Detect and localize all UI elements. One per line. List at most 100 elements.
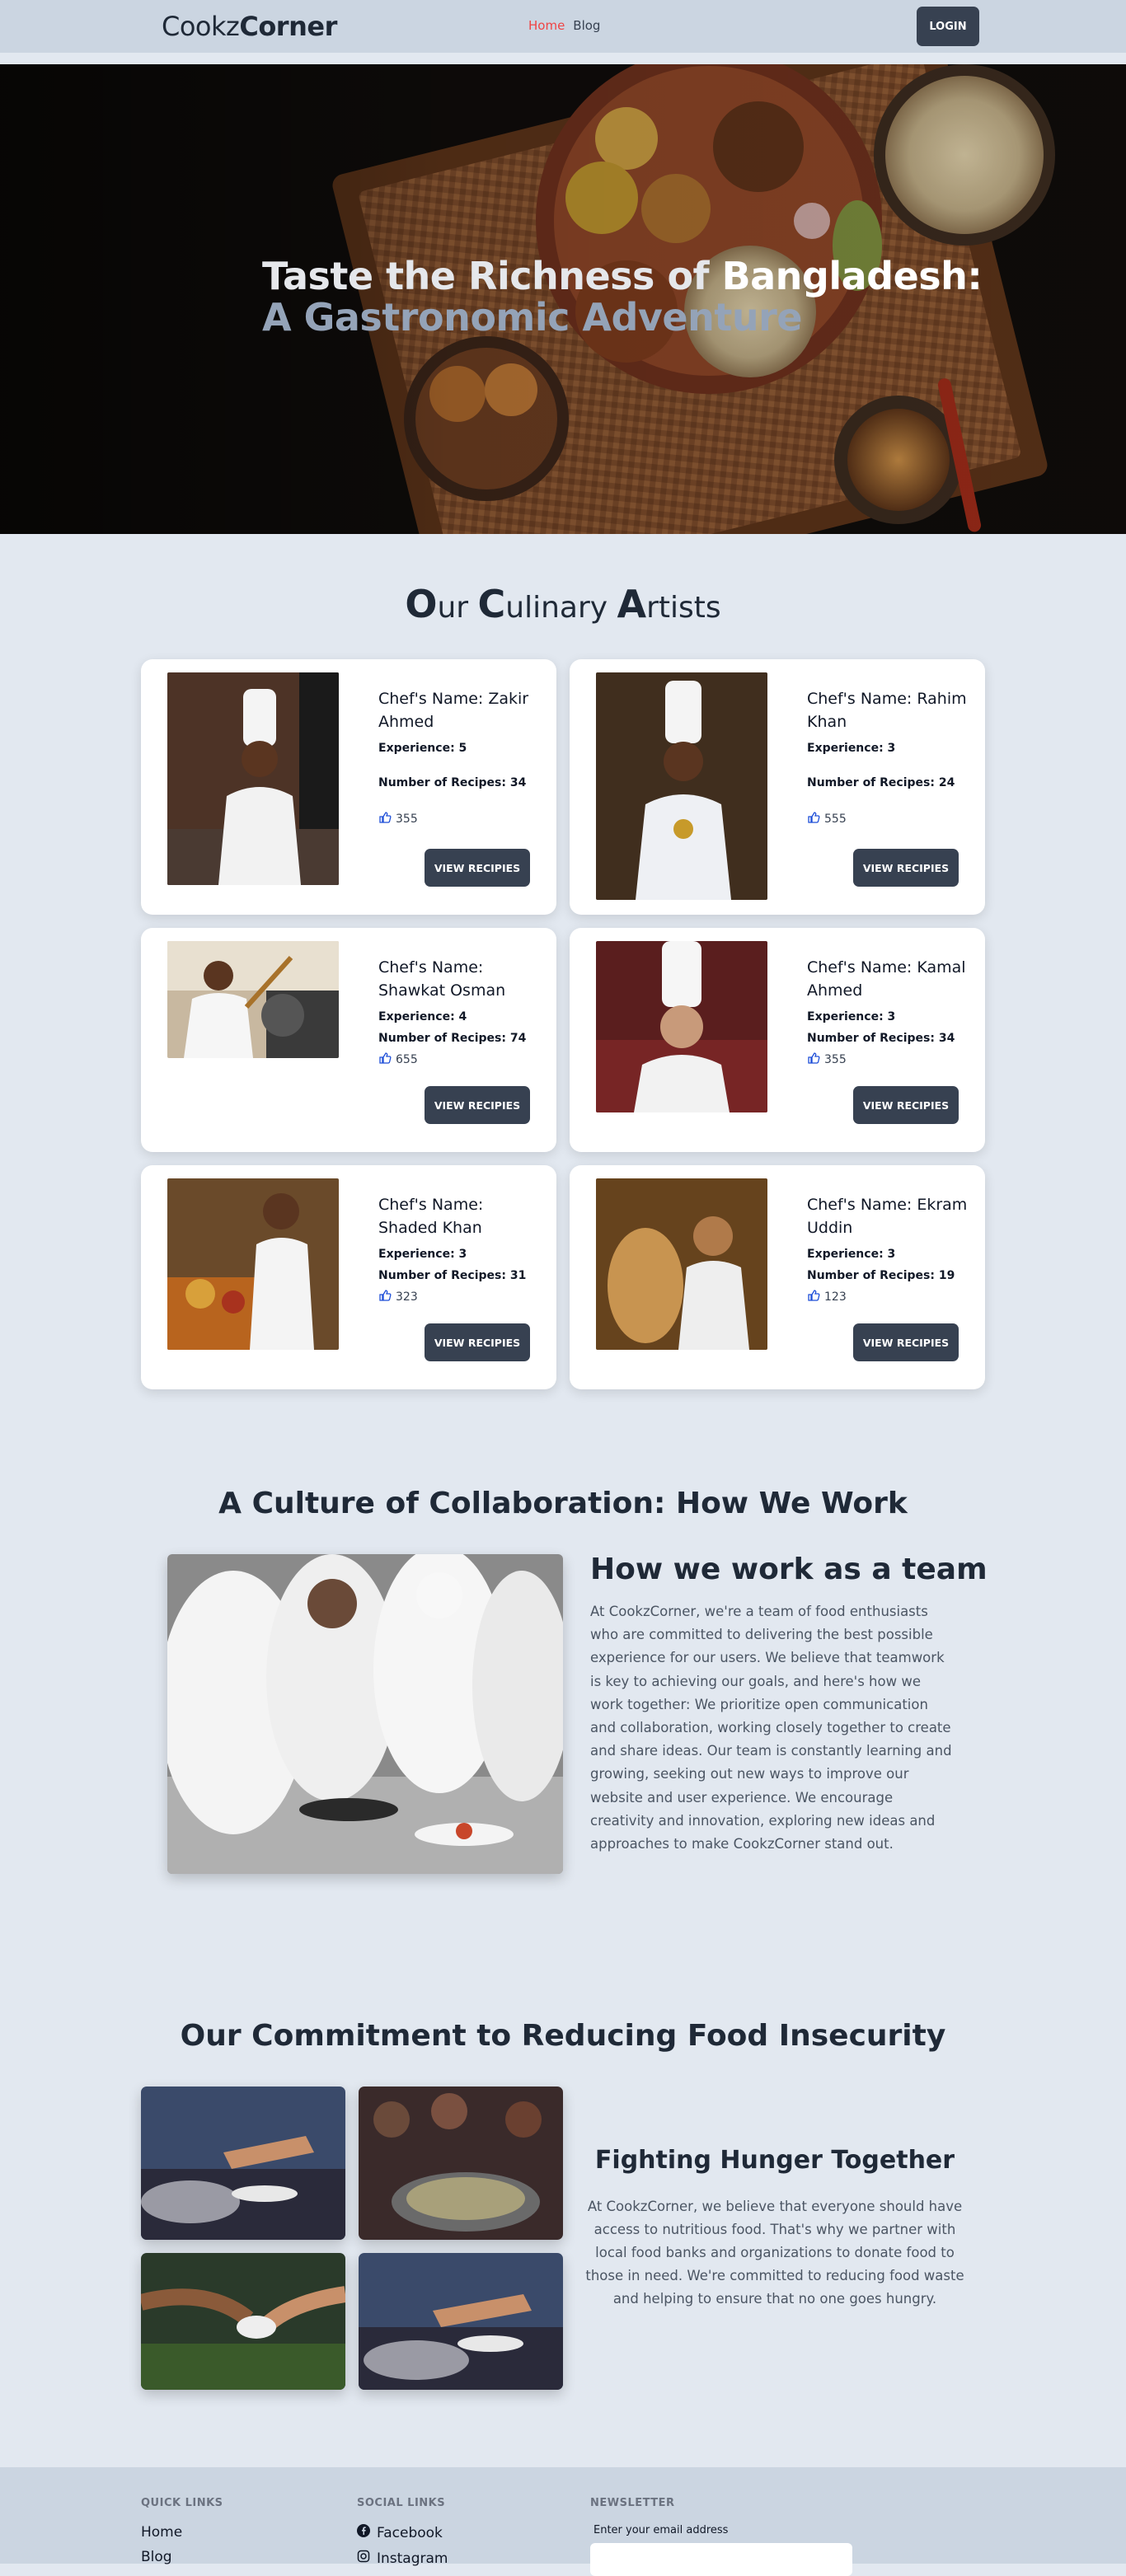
brand-logo[interactable]: CookzCorner (162, 11, 337, 42)
email-label: Enter your email address (593, 2524, 729, 2536)
chef-card: Chef's Name: Shaded Khan Experience: 3 N… (141, 1165, 556, 1389)
nav-link-home[interactable]: Home (528, 18, 565, 33)
artists-title-rest-1: ur (437, 591, 478, 625)
chef-recipes: Number of Recipes: 24 (807, 776, 955, 789)
collab-heading: How we work as a team (590, 1553, 988, 1586)
view-recipes-button[interactable]: VIEW RECIPIES (425, 1086, 530, 1124)
chef-card: Chef's Name: Rahim Khan Experience: 3 Nu… (570, 659, 985, 915)
artists-title-cap-1: O (405, 582, 438, 626)
likes-count: 555 (824, 813, 847, 826)
chef-recipes: Number of Recipes: 74 (378, 1032, 527, 1045)
chef-photo (596, 672, 767, 900)
artists-title: Our Culinary Artists (0, 582, 1126, 626)
view-recipes-button[interactable]: VIEW RECIPIES (425, 849, 530, 887)
quick-links-heading: QUICK LINKS (141, 2497, 223, 2509)
thumbs-up-icon[interactable] (807, 1051, 820, 1068)
chef-info: Chef's Name: Ekram Uddin Experience: 3 N… (807, 1193, 972, 1305)
footer-newsletter: NEWSLETTER Enter your email address (590, 2497, 852, 2576)
view-recipes-button[interactable]: VIEW RECIPIES (853, 849, 959, 887)
thumbs-up-icon[interactable] (378, 1289, 392, 1305)
navbar: CookzCorner Home Blog LOGIN (0, 0, 1126, 53)
hero-title: Taste the Richness of Bangladesh: A Gast… (262, 254, 983, 340)
artists-title-cap-3: A (617, 582, 647, 626)
chef-experience: Experience: 3 (807, 742, 896, 755)
chef-card: Chef's Name: Kamal Ahmed Experience: 3 N… (570, 928, 985, 1152)
nav-link-blog[interactable]: Blog (573, 18, 600, 33)
chef-photo (167, 941, 339, 1058)
view-recipes-button[interactable]: VIEW RECIPIES (853, 1323, 959, 1361)
footer-link-blog[interactable]: Blog (141, 2549, 223, 2565)
hero-line1-part1: Taste the Richness of (262, 254, 722, 298)
artists-title-cap-2: C (477, 582, 506, 626)
instagram-icon (357, 2550, 370, 2567)
view-recipes-button[interactable]: VIEW RECIPIES (853, 1086, 959, 1124)
newsletter-heading: NEWSLETTER (590, 2497, 675, 2509)
chef-likes: 323 (378, 1289, 543, 1305)
chef-photo (596, 1178, 767, 1350)
chef-photo (596, 941, 767, 1112)
chef-likes: 555 (807, 811, 972, 827)
thumbs-up-icon[interactable] (807, 1289, 820, 1305)
artists-title-rest-2: ulinary (505, 591, 617, 625)
artists-title-rest-3: rtists (646, 591, 721, 625)
likes-count: 655 (396, 1053, 418, 1066)
chef-name: Chef's Name: Ekram Uddin (807, 1196, 968, 1237)
newsletter-email-input[interactable] (590, 2543, 852, 2576)
food-donation-image (141, 2253, 345, 2390)
food-donation-image (359, 2253, 563, 2390)
instagram-label: Instagram (377, 2550, 448, 2567)
chef-info: Chef's Name: Rahim Khan Experience: 3 Nu… (807, 687, 972, 827)
likes-count: 123 (824, 1290, 847, 1304)
social-links-heading: SOCIAL LINKS (357, 2497, 446, 2509)
chef-card: Chef's Name: Shawkat Osman Experience: 4… (141, 928, 556, 1152)
chef-photo (167, 1178, 339, 1350)
hero-line1: Taste the Richness of Bangladesh: (262, 254, 983, 298)
hero-banner: Taste the Richness of Bangladesh: A Gast… (0, 64, 1126, 534)
chef-photo (167, 672, 339, 885)
likes-count: 355 (396, 813, 418, 826)
footer: QUICK LINKS Home Blog SOCIAL LINKS Faceb… (0, 2467, 1126, 2576)
chef-likes: 123 (807, 1289, 972, 1305)
chef-likes: 355 (378, 811, 543, 827)
footer-quick-links: QUICK LINKS Home Blog (141, 2497, 223, 2574)
chef-recipes: Number of Recipes: 34 (378, 776, 527, 789)
chef-experience: Experience: 5 (378, 742, 467, 755)
chef-likes: 355 (807, 1051, 972, 1068)
chef-name: Chef's Name: Kamal Ahmed (807, 958, 966, 1000)
hero-line2: A Gastronomic Adventure (262, 295, 802, 340)
collab-title: A Culture of Collaboration: How We Work (218, 1487, 908, 1520)
chef-card: Chef's Name: Ekram Uddin Experience: 3 N… (570, 1165, 985, 1389)
likes-count: 355 (824, 1053, 847, 1066)
chef-recipes: Number of Recipes: 31 (378, 1269, 527, 1282)
thumbs-up-icon[interactable] (378, 1051, 392, 1068)
chef-name: Chef's Name: Shawkat Osman (378, 958, 506, 1000)
brand-part2: Corner (239, 11, 337, 42)
facebook-label: Facebook (377, 2524, 443, 2541)
login-button[interactable]: LOGIN (917, 7, 979, 46)
chef-recipes: Number of Recipes: 19 (807, 1269, 955, 1282)
hunger-heading: Fighting Hunger Together (594, 2146, 955, 2175)
food-donation-image (141, 2087, 345, 2240)
chef-recipes: Number of Recipes: 34 (807, 1032, 955, 1045)
food-donation-image (359, 2087, 563, 2240)
footer-link-facebook[interactable]: Facebook (357, 2524, 448, 2541)
footer-link-instagram[interactable]: Instagram (357, 2550, 448, 2567)
footer-link-home[interactable]: Home (141, 2524, 223, 2541)
view-recipes-button[interactable]: VIEW RECIPIES (425, 1323, 530, 1361)
thumbs-up-icon[interactable] (378, 811, 392, 827)
facebook-icon (357, 2524, 370, 2541)
hero-line1-highlight: Bangladesh: (721, 254, 983, 298)
chef-info: Chef's Name: Shaded Khan Experience: 3 N… (378, 1193, 543, 1305)
hunger-image-grid (141, 2087, 563, 2390)
hunger-title: Our Commitment to Reducing Food Insecuri… (180, 2019, 946, 2053)
chef-name: Chef's Name: Shaded Khan (378, 1196, 484, 1237)
chef-experience: Experience: 3 (807, 1248, 896, 1261)
chef-info: Chef's Name: Kamal Ahmed Experience: 3 N… (807, 956, 972, 1068)
hunger-text: At CookzCorner, we believe that everyone… (585, 2199, 964, 2307)
team-kitchen-image (167, 1554, 563, 1874)
chef-name: Chef's Name: Zakir Ahmed (378, 690, 529, 731)
nav-links: Home Blog (528, 18, 600, 33)
thumbs-up-icon[interactable] (807, 811, 820, 827)
chef-card: Chef's Name: Zakir Ahmed Experience: 5 N… (141, 659, 556, 915)
brand-part1: Cookz (162, 11, 240, 42)
